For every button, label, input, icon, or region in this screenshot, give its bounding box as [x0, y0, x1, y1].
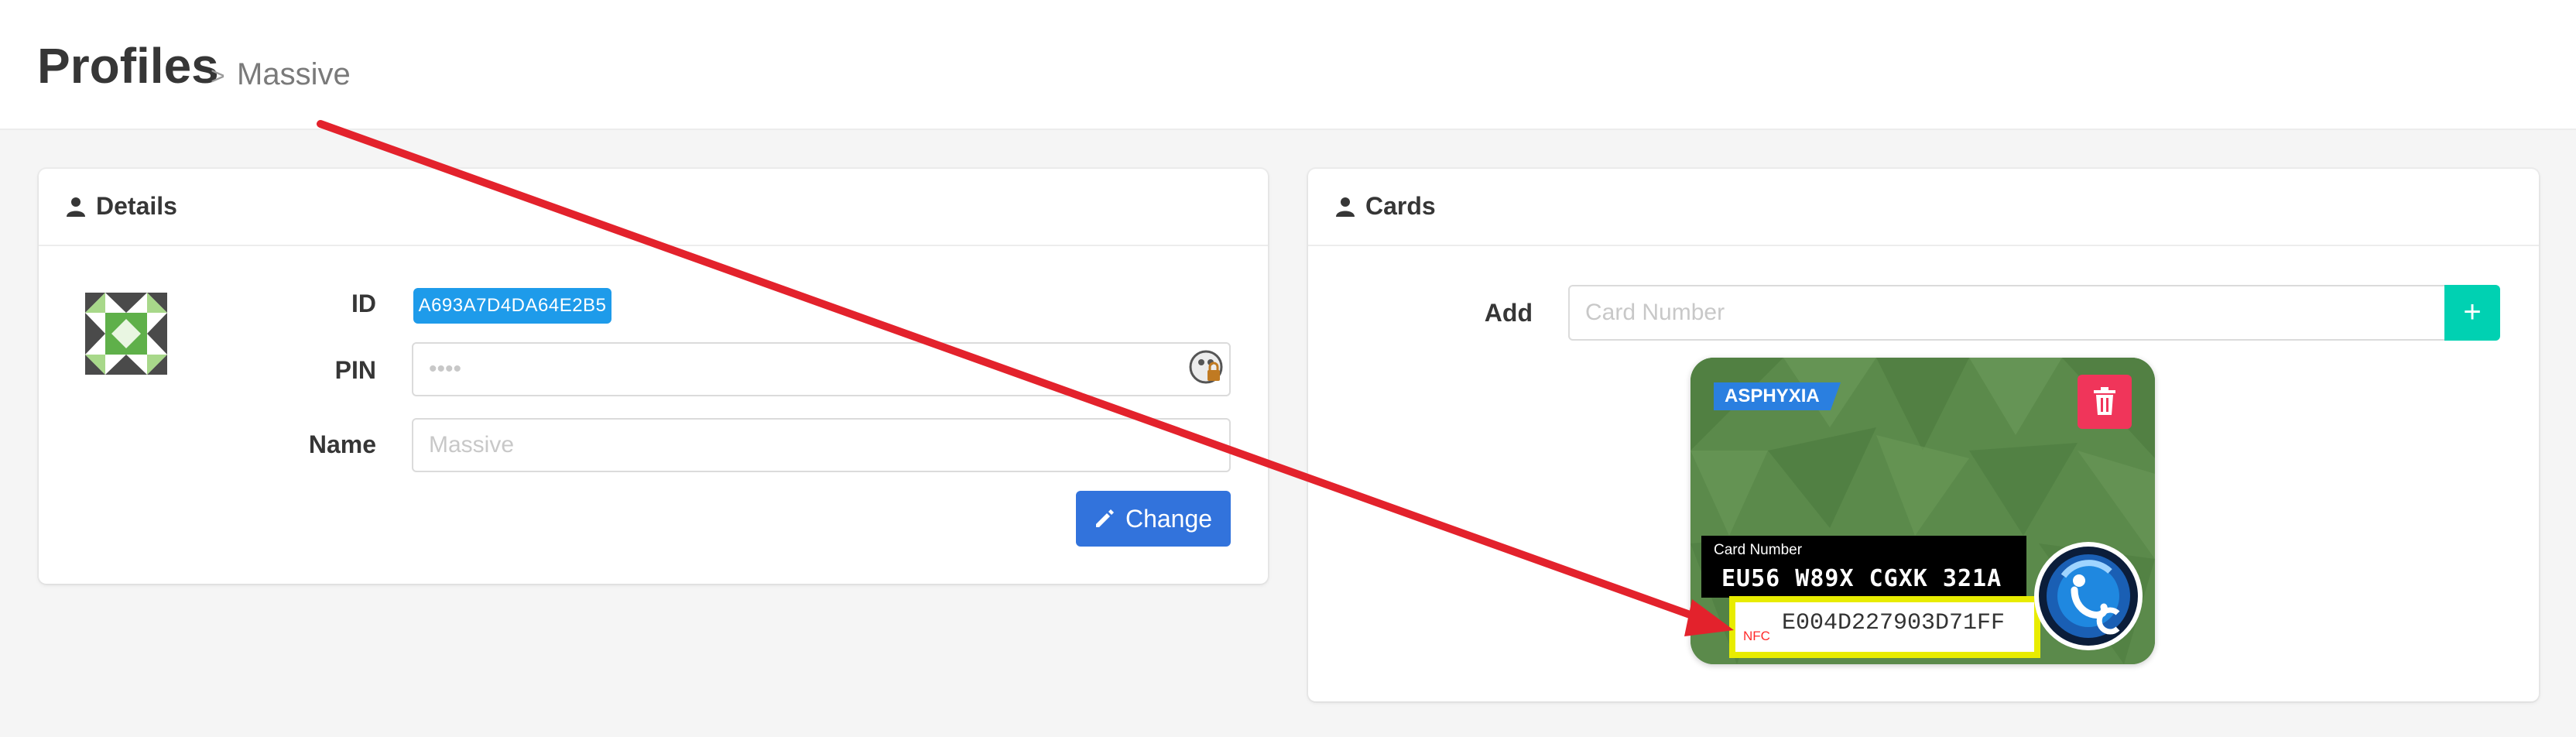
delete-card-button[interactable] [2078, 375, 2132, 429]
card-number-caption: Card Number [1714, 542, 1803, 558]
card-number-display: Card Number EU56 W89X CGXK 321A [1701, 536, 2026, 598]
breadcrumb[interactable]: Massive [237, 57, 351, 92]
trash-icon [2094, 387, 2115, 415]
brand-tag: ASPHYXIA [1714, 382, 1841, 410]
change-button[interactable]: Change [1076, 491, 1231, 547]
pin-input[interactable]: •••• [412, 342, 1231, 396]
pin-placeholder: •••• [429, 356, 462, 382]
name-input[interactable]: Massive [412, 418, 1231, 472]
pin-label: PIN [334, 356, 376, 384]
nfc-value: E004D227903D71FF [1782, 610, 2006, 636]
breadcrumb-separator: > [211, 62, 225, 90]
nfc-label: NFC [1743, 629, 1770, 643]
nfc-id-highlight: NFC E004D227903D71FF [1729, 596, 2040, 658]
card-number-input[interactable]: Card Number [1568, 285, 2446, 341]
change-button-label: Change [1125, 504, 1213, 533]
cards-header: Cards [1308, 169, 2539, 246]
card-number-placeholder: Card Number [1585, 300, 1725, 325]
id-tag: A693A7D4DA64E2B5 [413, 288, 611, 324]
add-card-button[interactable]: + [2444, 285, 2500, 341]
pencil-icon [1095, 509, 1114, 527]
name-label: Name [308, 430, 376, 458]
id-label: ID [351, 290, 376, 317]
page-header: Profiles > Massive [0, 0, 2576, 130]
user-icon [1336, 197, 1355, 217]
avatar [85, 293, 167, 375]
card-logo-icon [2034, 542, 2143, 650]
name-placeholder: Massive [429, 432, 515, 458]
details-title: Details [96, 192, 177, 220]
cards-title: Cards [1365, 192, 1436, 220]
user-icon [67, 197, 85, 217]
card-number-value: EU56 W89X CGXK 321A [1721, 565, 2002, 592]
card-item: ASPHYXIA Card Number EU56 W89X CGXK 321A… [1690, 358, 2155, 664]
details-header: Details [39, 169, 1268, 246]
add-label: Add [1484, 299, 1533, 327]
password-manager-icon[interactable] [1187, 348, 1226, 387]
page-title: Profiles [37, 38, 219, 94]
